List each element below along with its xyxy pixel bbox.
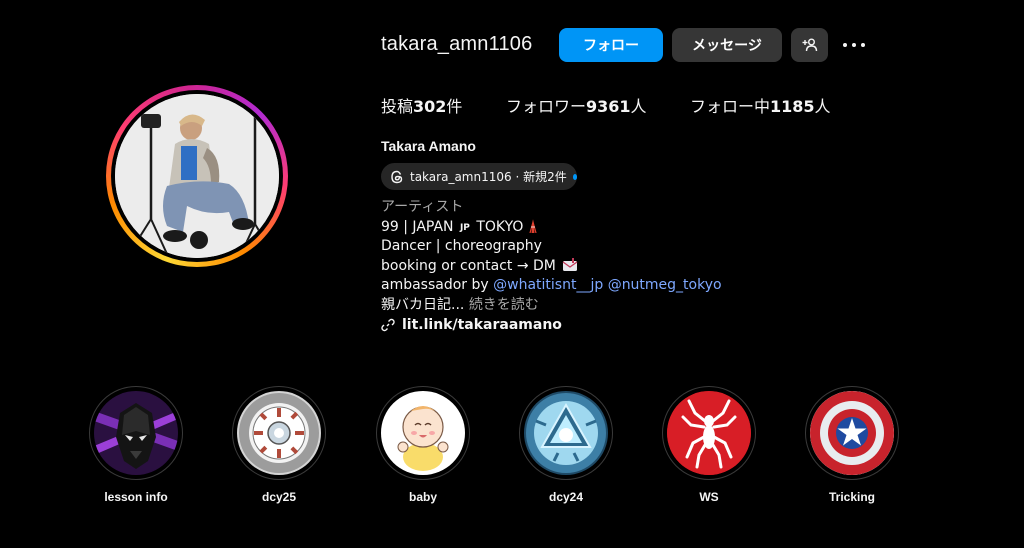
highlight-label: Tricking	[828, 490, 875, 504]
bio-line-location: 99 | JAPAN JP TOKYO	[381, 218, 722, 238]
highlight-item[interactable]: WS	[649, 386, 769, 504]
highlight-item[interactable]: baby	[363, 386, 483, 504]
spider-icon	[667, 391, 751, 475]
profile-page: takara_amn1106 フォロー メッセージ 投稿302件 フォロワー93…	[0, 0, 1024, 548]
arc-reactor-badge-icon	[237, 391, 321, 475]
highlight-label: WS	[699, 490, 719, 504]
jp-flag-icon: JP	[459, 222, 470, 233]
more-options-icon[interactable]	[840, 30, 868, 60]
link-icon	[381, 318, 395, 332]
username: takara_amn1106	[381, 33, 533, 55]
highlight-label: baby	[408, 490, 437, 504]
highlight-item[interactable]: dcy25	[219, 386, 339, 504]
mention-link[interactable]: @whatitisnt__jp	[493, 277, 603, 293]
highlight-item[interactable]: lesson info	[76, 386, 196, 504]
tokyo-tower-icon	[528, 218, 538, 233]
highlight-label: dcy25	[261, 490, 297, 504]
bio-line-ambassador: ambassador by @whatitisnt__jp @nutmeg_to…	[381, 277, 722, 294]
read-more-link[interactable]: 続きを読む	[469, 297, 539, 313]
message-button[interactable]: メッセージ	[672, 28, 782, 62]
panther-mask-icon	[94, 391, 178, 475]
stat-posts[interactable]: 投稿302件	[381, 93, 462, 117]
threads-badge[interactable]: takara_amn1106 · 新規2件	[381, 163, 577, 190]
shield-star-icon	[810, 391, 894, 475]
external-link[interactable]: lit.link/takaraamano	[381, 316, 722, 336]
follow-button[interactable]: フォロー	[559, 28, 663, 62]
new-indicator-dot	[572, 173, 577, 180]
mention-link[interactable]: @nutmeg_tokyo	[608, 277, 722, 293]
mailbox-icon	[562, 257, 578, 272]
full-name: Takara Amano	[381, 138, 476, 154]
stat-following[interactable]: フォロー中1185人	[690, 93, 831, 117]
arc-reactor-icon	[524, 391, 608, 475]
baby-icon	[381, 391, 465, 475]
avatar-story-ring[interactable]	[106, 85, 288, 267]
avatar[interactable]	[115, 94, 279, 258]
bio: アーティスト 99 | JAPAN JP TOKYO Dancer | chor…	[381, 198, 722, 335]
stat-followers[interactable]: フォロワー9361人	[506, 93, 647, 117]
highlight-label: lesson info	[104, 490, 168, 504]
highlight-item[interactable]: Tricking	[792, 386, 912, 504]
highlight-item[interactable]: dcy24	[506, 386, 626, 504]
add-person-icon	[802, 37, 818, 53]
threads-label: takara_amn1106 · 新規2件	[410, 170, 567, 184]
suggest-users-button[interactable]	[791, 28, 828, 62]
bio-line-role: Dancer | choreography	[381, 238, 542, 255]
bio-line-diary: 親バカ日記... 続きを読む	[381, 296, 539, 313]
highlight-label: dcy24	[548, 490, 584, 504]
threads-icon	[390, 170, 404, 184]
bio-line-contact: booking or contact → DM	[381, 257, 722, 277]
bio-category: アーティスト	[381, 199, 464, 215]
